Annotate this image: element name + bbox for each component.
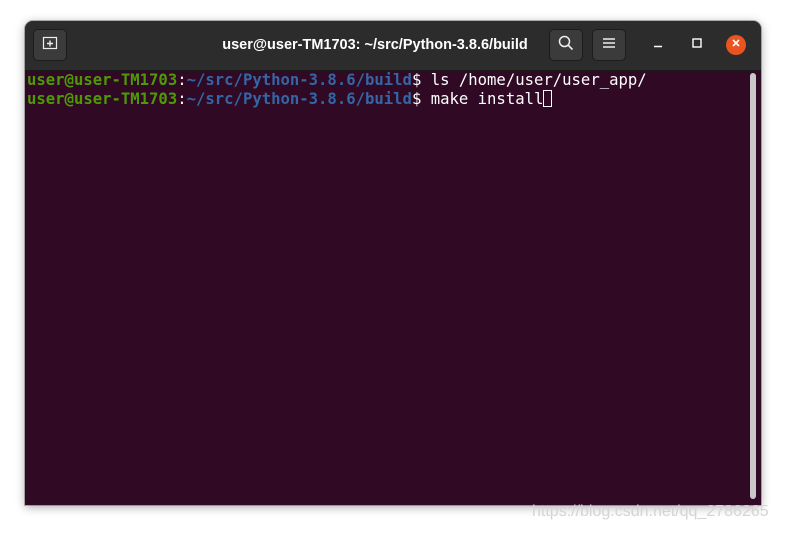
minimize-button[interactable] [648, 35, 668, 55]
terminal-output[interactable]: user@user-TM1703:~/src/Python-3.8.6/buil… [25, 71, 761, 505]
close-icon [730, 36, 742, 54]
search-icon [558, 35, 574, 56]
prompt-separator: : [177, 90, 187, 108]
watermark-text: https://blog.csdn.net/qq_2786265 [532, 503, 769, 520]
close-button[interactable] [726, 35, 746, 55]
terminal-line: user@user-TM1703:~/src/Python-3.8.6/buil… [27, 90, 553, 109]
page: user@user-TM1703: ~/src/Python-3.8.6/bui… [0, 0, 786, 533]
prompt-user-host: user@user-TM1703 [27, 71, 178, 89]
prompt-path: ~/src/Python-3.8.6/build [186, 90, 412, 108]
search-button[interactable] [549, 29, 583, 61]
terminal-line: user@user-TM1703:~/src/Python-3.8.6/buil… [27, 71, 647, 90]
maximize-icon [691, 36, 703, 54]
hamburger-menu-icon [602, 36, 616, 54]
title-bar[interactable]: user@user-TM1703: ~/src/Python-3.8.6/bui… [25, 21, 761, 71]
prompt-user-host: user@user-TM1703 [27, 90, 178, 108]
prompt-path: ~/src/Python-3.8.6/build [186, 71, 412, 89]
menu-button[interactable] [592, 29, 626, 61]
prompt-separator: : [177, 71, 187, 89]
prompt-symbol: $ [411, 90, 431, 108]
command-text: make install [430, 90, 544, 108]
maximize-button[interactable] [687, 35, 707, 55]
command-text: ls /home/user/user_app/ [430, 71, 647, 89]
new-tab-button[interactable] [33, 29, 67, 61]
prompt-symbol: $ [411, 71, 431, 89]
scrollbar[interactable] [750, 73, 756, 499]
terminal-window: user@user-TM1703: ~/src/Python-3.8.6/bui… [25, 21, 761, 505]
window-title: user@user-TM1703: ~/src/Python-3.8.6/bui… [222, 37, 528, 53]
minimize-icon [652, 36, 664, 54]
text-cursor [543, 90, 553, 107]
new-tab-icon [42, 36, 58, 55]
